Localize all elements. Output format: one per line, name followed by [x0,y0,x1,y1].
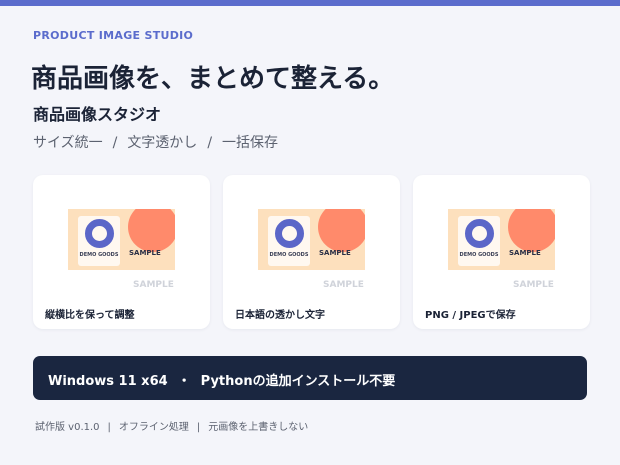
demo-product-ring-icon [275,219,304,248]
sun-icon [318,209,365,252]
no-overwrite-label: 元画像を上書きしない [208,422,309,433]
sun-icon [508,209,555,252]
card-caption: PNG / JPEGで保存 [425,310,516,321]
feature-item: 一括保存 [222,135,279,151]
sun-icon [128,209,175,252]
feature-separator: / [112,135,118,151]
watermark-text: SAMPLE [513,280,554,290]
sample-label: SAMPLE [129,249,161,257]
sample-label: SAMPLE [509,249,541,257]
feature-list: サイズ統一 / 文字透かし / 一括保存 [33,132,278,152]
feature-item: 文字透かし [127,135,198,151]
os-requirement: Windows 11 x64 [48,374,168,389]
offline-label: オフライン処理 [118,422,189,433]
feature-card-aspect: DEMO GOODS SAMPLE SAMPLE 縦横比を保って調整 [33,175,210,329]
requirements-banner: Windows 11 x64 ・ Pythonの追加インストール不要 [33,356,587,400]
feature-card-watermark: DEMO GOODS SAMPLE SAMPLE 日本語の透かし文字 [223,175,400,329]
app-title: 商品画像スタジオ [33,105,162,124]
version-label: 試作版 v0.1.0 [35,422,100,433]
card-caption: 縦横比を保って調整 [45,310,135,321]
requirements-text: Windows 11 x64 ・ Pythonの追加インストール不要 [48,370,395,389]
feature-separator: / [207,135,213,151]
demo-goods-label: DEMO GOODS [269,252,309,258]
demo-goods-label: DEMO GOODS [459,252,499,258]
feature-card-format: DEMO GOODS SAMPLE SAMPLE PNG / JPEGで保存 [413,175,590,329]
eyebrow-label: PRODUCT IMAGE STUDIO [33,29,194,42]
demo-product-ring-icon [85,219,114,248]
sample-label: SAMPLE [319,249,351,257]
footer-separator: | [196,422,201,433]
footer-separator: | [107,422,111,433]
headline: 商品画像を、まとめて整える。 [31,64,395,94]
sample-thumbnail: DEMO GOODS SAMPLE [258,209,365,270]
footer-info: 試作版 v0.1.0 | オフライン処理 | 元画像を上書きしない [35,418,308,433]
sample-thumbnail: DEMO GOODS SAMPLE [448,209,555,270]
card-caption: 日本語の透かし文字 [235,310,325,321]
watermark-text: SAMPLE [133,280,174,290]
feature-item: サイズ統一 [33,135,103,151]
demo-goods-label: DEMO GOODS [79,252,119,258]
banner-dot: ・ [177,374,191,389]
demo-product-ring-icon [465,219,494,248]
watermark-text: SAMPLE [323,280,364,290]
sample-thumbnail: DEMO GOODS SAMPLE [68,209,175,270]
python-note: Pythonの追加インストール不要 [200,374,396,389]
top-accent-bar [0,0,620,6]
